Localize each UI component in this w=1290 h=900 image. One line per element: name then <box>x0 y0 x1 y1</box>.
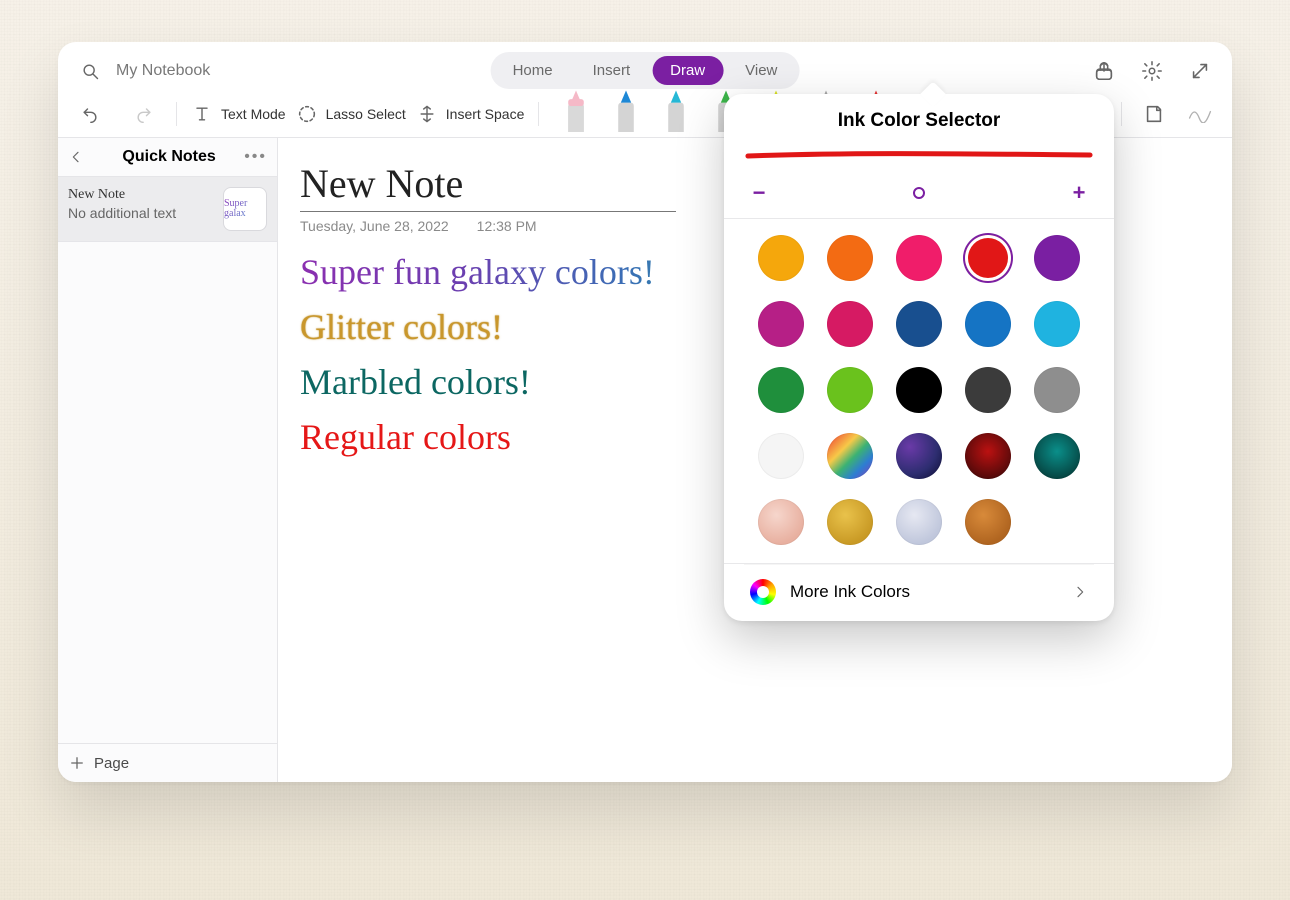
color-swatch[interactable] <box>758 235 804 281</box>
color-swatch[interactable] <box>965 301 1011 347</box>
note-title: New Note <box>300 161 463 206</box>
color-swatch[interactable] <box>896 499 942 545</box>
color-swatch[interactable] <box>827 367 873 413</box>
plus-icon <box>68 754 86 772</box>
color-swatch[interactable] <box>1034 235 1080 281</box>
color-swatch[interactable] <box>827 235 873 281</box>
popover-title: Ink Color Selector <box>744 110 1094 132</box>
note-date: Tuesday, June 28, 2022 <box>300 218 449 234</box>
color-swatch[interactable] <box>758 301 804 347</box>
tab-draw[interactable]: Draw <box>652 56 723 85</box>
color-swatch[interactable] <box>896 235 942 281</box>
note-time: 12:38 PM <box>477 218 537 234</box>
color-swatch[interactable] <box>896 301 942 347</box>
color-swatch[interactable] <box>827 433 873 479</box>
redo-icon[interactable] <box>126 96 162 132</box>
color-swatch[interactable] <box>758 367 804 413</box>
color-swatch[interactable] <box>896 367 942 413</box>
color-swatch[interactable] <box>965 499 1011 545</box>
ink-color-popover: Ink Color Selector − + More Ink Colors <box>724 94 1114 621</box>
squiggle-icon[interactable] <box>1182 96 1218 132</box>
add-page-button[interactable]: Page <box>58 743 277 782</box>
note-icon[interactable] <box>1136 96 1172 132</box>
note-item-title: New Note <box>68 187 215 203</box>
chevron-right-icon <box>1072 584 1088 600</box>
text-icon <box>191 103 213 125</box>
tab-view[interactable]: View <box>727 56 795 85</box>
size-increase-button[interactable]: + <box>1068 180 1090 206</box>
pen-eraser[interactable] <box>561 96 591 132</box>
color-swatch[interactable] <box>1034 301 1080 347</box>
back-icon[interactable] <box>68 149 94 165</box>
color-swatch[interactable] <box>1034 367 1080 413</box>
insert-space-button[interactable]: Insert Space <box>416 103 525 125</box>
lasso-button[interactable]: Lasso Select <box>296 103 406 125</box>
header-tabs: Home Insert Draw View <box>491 52 800 89</box>
settings-icon[interactable] <box>1134 53 1170 89</box>
more-icon[interactable]: ••• <box>244 148 267 166</box>
color-swatch[interactable] <box>827 301 873 347</box>
insert-space-icon <box>416 103 438 125</box>
tab-insert[interactable]: Insert <box>575 56 649 85</box>
sidebar: Quick Notes ••• New Note No additional t… <box>58 138 278 782</box>
color-swatch[interactable] <box>896 433 942 479</box>
pen-pen-blue[interactable] <box>611 96 641 132</box>
color-swatch[interactable] <box>758 499 804 545</box>
header: My Notebook Home Insert Draw View <box>58 42 1232 90</box>
undo-icon[interactable] <box>72 96 108 132</box>
color-swatch[interactable] <box>1034 433 1080 479</box>
color-swatch[interactable] <box>965 235 1011 281</box>
color-swatches <box>744 219 1094 563</box>
sidebar-title: Quick Notes <box>100 148 238 166</box>
search-icon <box>72 53 108 89</box>
note-list-item[interactable]: New Note No additional text Super galax <box>58 177 277 242</box>
more-colors-row[interactable]: More Ink Colors <box>744 564 1094 621</box>
color-wheel-icon <box>750 579 776 605</box>
tab-home[interactable]: Home <box>495 56 571 85</box>
pen-pen-cyan[interactable] <box>661 96 691 132</box>
share-icon[interactable] <box>1086 53 1122 89</box>
stroke-size-row: − + <box>744 180 1094 206</box>
color-swatch[interactable] <box>965 433 1011 479</box>
search[interactable]: My Notebook <box>72 53 210 89</box>
size-decrease-button[interactable]: − <box>748 180 770 206</box>
size-option[interactable] <box>913 187 925 199</box>
color-swatch[interactable] <box>827 499 873 545</box>
color-swatch[interactable] <box>758 433 804 479</box>
note-thumbnail: Super galax <box>223 187 267 231</box>
notebook-title: My Notebook <box>116 62 210 80</box>
color-swatch[interactable] <box>965 367 1011 413</box>
stroke-preview <box>744 146 1094 164</box>
expand-icon[interactable] <box>1182 53 1218 89</box>
note-item-subtitle: No additional text <box>68 205 215 221</box>
lasso-icon <box>296 103 318 125</box>
text-mode-button[interactable]: Text Mode <box>191 103 286 125</box>
